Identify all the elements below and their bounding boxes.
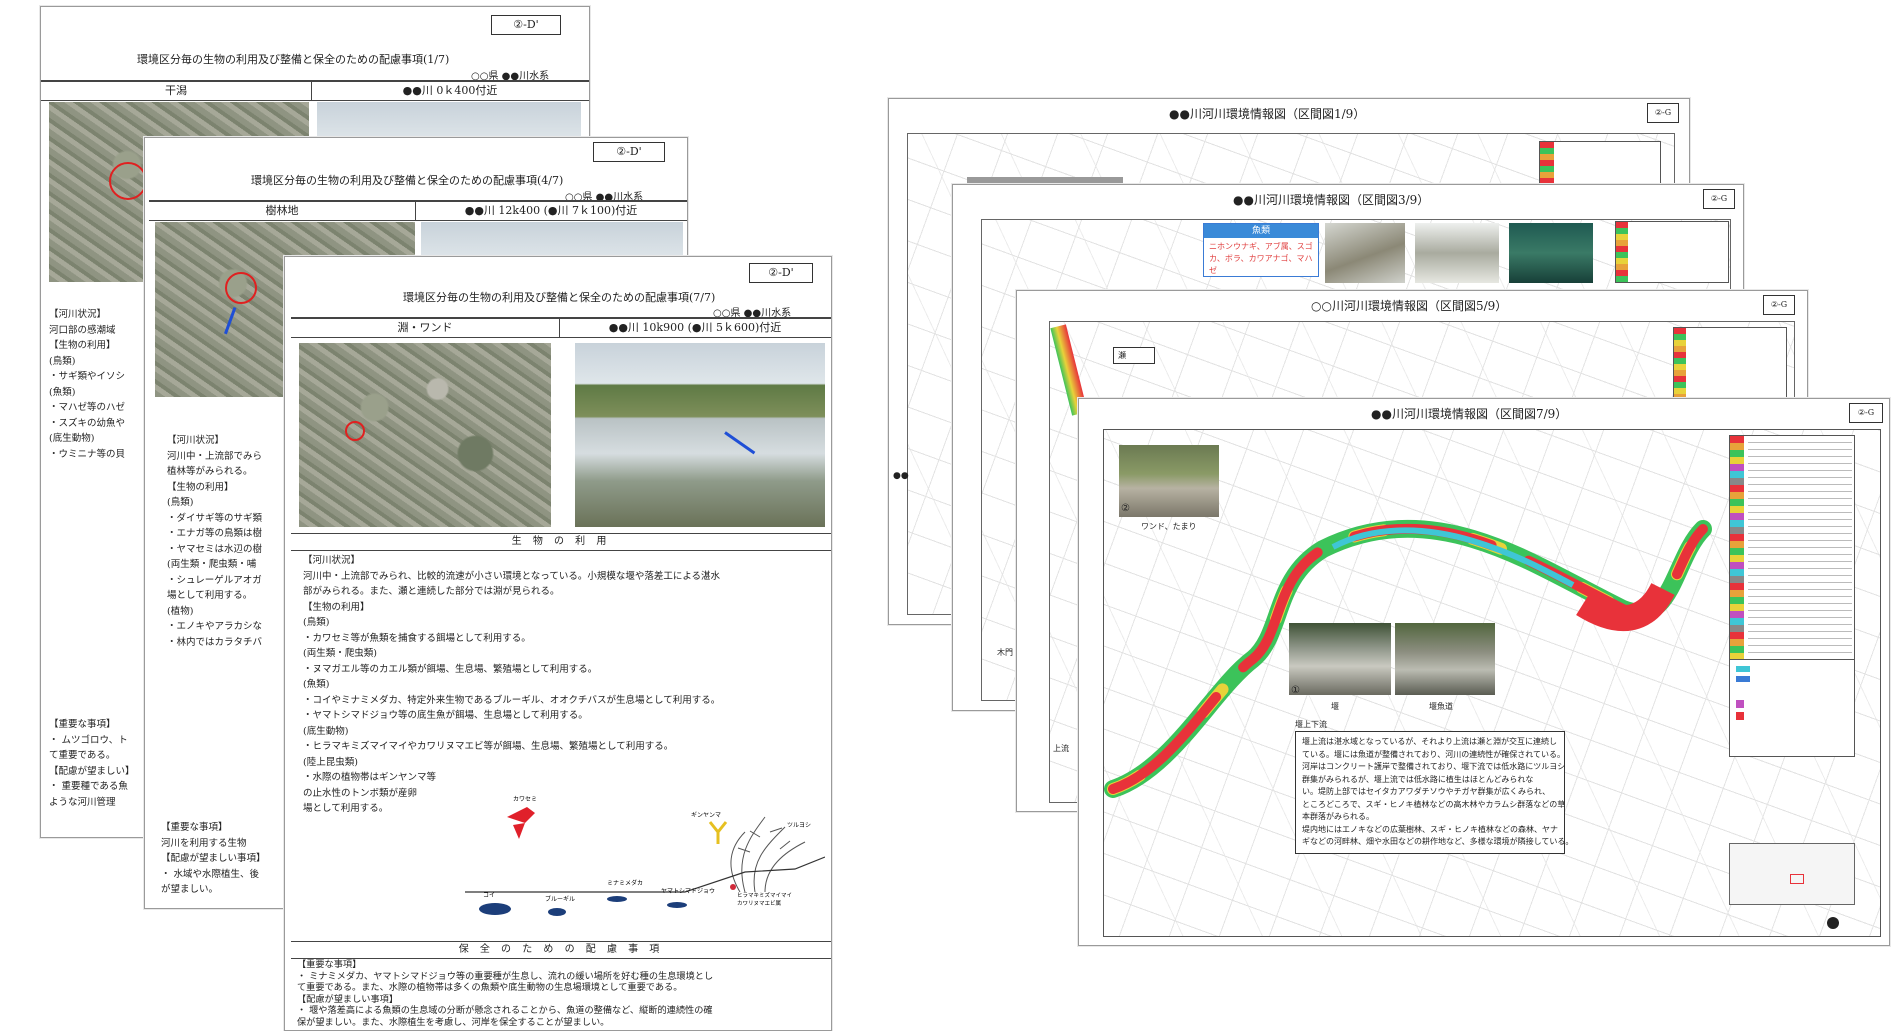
map-badge: ②-G	[1763, 295, 1795, 315]
river-status-text: 【河川状況】 河川中・上流部でみら 植林等がみられる。 【生物の利用】 (鳥類) ・ダイサ…	[167, 435, 263, 648]
inset-map	[1729, 843, 1855, 905]
map-legend-table	[1615, 221, 1729, 283]
header-row: 淵・ワンド ●●川 10k900 (●川 5ｋ600)付近	[291, 317, 831, 338]
fish-photo	[1325, 223, 1405, 283]
header-environment: 干潟	[41, 82, 312, 100]
map-legend-symbols	[1729, 659, 1855, 757]
snail-icon	[730, 884, 736, 890]
map-title: ●●川河川環境情報図（区間図3/9）	[1233, 193, 1430, 207]
fish-species-box: 魚類 ニホンウナギ、アブ属、スゴカ、ボラ、カワアナゴ、マハゼ	[1203, 223, 1319, 277]
wando-photo	[1119, 445, 1219, 517]
fish-label: ミナミメダカ	[607, 879, 643, 887]
location-marker	[225, 272, 257, 304]
river-status-text: 【河川状況】 河口部の感潮域 【生物の利用】 (鳥類) ・サギ類やイソシ (魚類) ・マハゼ…	[49, 309, 126, 460]
shrimp-label: カワリヌマエビ属	[737, 899, 781, 907]
doc-badge: ②-D'	[749, 263, 813, 283]
location-marker	[345, 421, 365, 441]
sheet-title: 環境区分毎の生物の利用及び整備と保全のための配慮事項(7/7)	[403, 291, 716, 304]
map-badge: ②-G	[1849, 403, 1883, 423]
fish-label: ブルーギル	[545, 895, 575, 903]
direction-arrow	[224, 306, 237, 335]
location-marker	[109, 162, 147, 200]
header-location: ●●川 0ｋ400付近	[402, 84, 498, 97]
bird-icon	[507, 807, 535, 839]
map-label-box: 瀬	[1113, 347, 1155, 364]
fish-box-text: ニホンウナギ、アブ属、スゴカ、ボラ、カワアナゴ、マハゼ	[1209, 242, 1313, 275]
conservation-text: 【重要な事項】・ ムツゴロウ、ト て重要である。 【配慮が望ましい】・ 重要種である…	[49, 719, 135, 808]
fish-photo	[1509, 223, 1593, 283]
map-side-label: 木門	[997, 648, 1013, 657]
conservation-text: 【重要な事項】・ ミナミメダカ、ヤマトシマドジョウ等の重要種が生息し、流れの緩い…	[297, 959, 714, 1028]
sheet-title: 環境区分毎の生物の利用及び整備と保全のための配慮事項(1/7)	[137, 53, 450, 66]
doc-badge: ②-D'	[593, 142, 665, 162]
fish-label: ヤマトシマドジョウ	[661, 887, 715, 895]
map-title: ○○川河川環境情報図（区間図5/9）	[1311, 299, 1508, 313]
snail-label: ヒラマキミズマイマイ	[737, 891, 792, 899]
fish-icon	[479, 903, 511, 915]
reed-label: ツルヨシ	[787, 822, 811, 829]
fish-icon	[607, 896, 627, 902]
photo-number: ②	[1121, 503, 1130, 514]
section-biological-use: 生 物 の 利 用	[291, 533, 831, 551]
section-conservation: 保 全 の た め の 配 慮 事 項	[291, 941, 831, 959]
map-legend-table	[1673, 327, 1787, 399]
fish-label: コイ	[483, 892, 495, 899]
dragonfly-icon	[708, 821, 728, 844]
photo-caption: ワンド、たまり	[1141, 522, 1197, 531]
note-title: 堰上下流	[1295, 720, 1327, 729]
dragonfly-label: ギンヤンマ	[691, 812, 721, 819]
fish-box-header: 魚類	[1204, 224, 1318, 238]
site-description-note: 堰上流は湛水域となっているが、それより上流は瀬と淵が交互に連続し ている。堰には魚…	[1295, 731, 1573, 854]
weir-photo	[1289, 623, 1391, 695]
bank-line	[465, 856, 825, 893]
header-location: ●●川 10k900 (●川 5ｋ600)付近	[608, 321, 782, 334]
map-title: ●●川河川環境情報図（区間図7/9）	[1371, 407, 1568, 421]
sheet-title: 環境区分毎の生物の利用及び整備と保全のための配慮事項(4/7)	[251, 174, 564, 187]
map-side-label: 上流	[1053, 744, 1069, 753]
photo-caption: 堰魚道	[1429, 702, 1453, 711]
header-row: 樹林地 ●●川 12k400 (●川 7ｋ100)付近	[149, 200, 687, 221]
photo-number: ①	[1291, 685, 1300, 696]
map-side-label: ●●	[893, 471, 909, 481]
north-arrow-icon	[1827, 917, 1839, 929]
header-location: ●●川 12k400 (●川 7ｋ100)付近	[464, 204, 638, 217]
bird-label: カワセミ	[513, 796, 537, 803]
map-badge: ②-G	[1647, 103, 1679, 123]
conservation-text: 【重要な事項】 河川を利用する生物 【配慮が望ましい事項】・ 水域や水際植生、後 が望…	[161, 822, 266, 895]
habitat-sheet-7-of-7: ②-D' 環境区分毎の生物の利用及び整備と保全のための配慮事項(7/7) ○○県…	[284, 256, 832, 1031]
habitat-illustration: カワセミ ギンヤンマ ツルヨシ コイ ブルーギル ミナミメダカ ヤマトシマドジョ…	[465, 796, 825, 916]
aerial-photo	[299, 343, 551, 527]
fishway-photo	[1395, 623, 1495, 695]
map-bar	[967, 177, 1123, 184]
direction-arrow	[724, 431, 756, 455]
header-row: 干潟 ●●川 0ｋ400付近	[41, 80, 589, 101]
header-environment: 淵・ワンド	[291, 319, 560, 337]
fish-photo	[1415, 223, 1499, 283]
map-badge: ②-G	[1703, 189, 1735, 209]
river-map-sheet-7-of-9: ●●川河川環境情報図（区間図7/9） ②-G ② ワンド、たまり ① 堰 堰魚道…	[1078, 398, 1890, 946]
doc-badge: ②-D'	[491, 15, 561, 35]
header-environment: 樹林地	[149, 202, 416, 220]
fish-icon	[667, 902, 687, 908]
map-title: ●●川河川環境情報図（区間図1/9）	[1169, 107, 1366, 121]
fish-icon	[548, 908, 566, 916]
photo-caption: 堰	[1331, 702, 1339, 711]
site-photo	[575, 343, 825, 527]
